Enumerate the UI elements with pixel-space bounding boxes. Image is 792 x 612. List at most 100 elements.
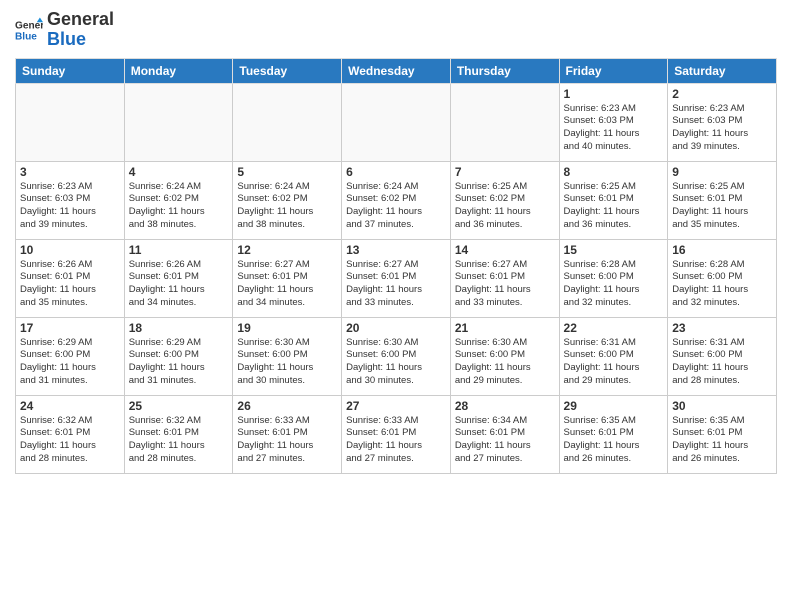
- day-cell-1: 1 Sunrise: 6:23 AMSunset: 6:03 PMDaylight…: [559, 83, 668, 161]
- day-number: 13: [346, 243, 446, 257]
- day-info: Sunrise: 6:25 AMSunset: 6:01 PMDaylight:…: [672, 181, 772, 232]
- day-cell-7: 7 Sunrise: 6:25 AMSunset: 6:02 PMDaylight…: [450, 161, 559, 239]
- day-cell-5: 5 Sunrise: 6:24 AMSunset: 6:02 PMDaylight…: [233, 161, 342, 239]
- col-header-saturday: Saturday: [668, 58, 777, 83]
- day-info: Sunrise: 6:27 AMSunset: 6:01 PMDaylight:…: [346, 259, 446, 310]
- logo-text: General Blue: [47, 10, 114, 50]
- day-cell-23: 23Sunrise: 6:31 AMSunset: 6:00 PMDayligh…: [668, 317, 777, 395]
- header: General Blue General Blue: [15, 10, 777, 50]
- day-cell-3: 3 Sunrise: 6:23 AMSunset: 6:03 PMDaylight…: [16, 161, 125, 239]
- day-info: Sunrise: 6:26 AMSunset: 6:01 PMDaylight:…: [129, 259, 229, 310]
- day-number: 14: [455, 243, 555, 257]
- day-cell-13: 13 Sunrise: 6:27 AMSunset: 6:01 PMDayligh…: [342, 239, 451, 317]
- day-cell-20: 20Sunrise: 6:30 AMSunset: 6:00 PMDayligh…: [342, 317, 451, 395]
- day-number: 30: [672, 399, 772, 413]
- week-row-5: 24 Sunrise: 6:32 AMSunset: 6:01 PMDayligh…: [16, 395, 777, 473]
- day-number: 19: [237, 321, 337, 335]
- day-cell-8: 8 Sunrise: 6:25 AMSunset: 6:01 PMDaylight…: [559, 161, 668, 239]
- empty-cell: [16, 83, 125, 161]
- day-info: Sunrise: 6:33 AMSunset: 6:01 PMDaylight:…: [346, 415, 446, 466]
- col-header-tuesday: Tuesday: [233, 58, 342, 83]
- empty-cell: [342, 83, 451, 161]
- day-cell-25: 25Sunrise: 6:32 AMSunset: 6:01 PMDayligh…: [124, 395, 233, 473]
- day-number: 12: [237, 243, 337, 257]
- page: General Blue General Blue SundayMondayTu…: [0, 0, 792, 612]
- day-info: Sunrise: 6:35 AMSunset: 6:01 PMDaylight:…: [564, 415, 664, 466]
- day-info: Sunrise: 6:34 AMSunset: 6:01 PMDaylight:…: [455, 415, 555, 466]
- week-row-1: 1 Sunrise: 6:23 AMSunset: 6:03 PMDaylight…: [16, 83, 777, 161]
- day-cell-10: 10Sunrise: 6:26 AMSunset: 6:01 PMDayligh…: [16, 239, 125, 317]
- day-cell-22: 22 Sunrise: 6:31 AMSunset: 6:00 PMDayligh…: [559, 317, 668, 395]
- day-cell-24: 24 Sunrise: 6:32 AMSunset: 6:01 PMDayligh…: [16, 395, 125, 473]
- day-cell-29: 29 Sunrise: 6:35 AMSunset: 6:01 PMDayligh…: [559, 395, 668, 473]
- day-number: 22: [564, 321, 664, 335]
- day-info: Sunrise: 6:27 AMSunset: 6:01 PMDaylight:…: [455, 259, 555, 310]
- col-header-thursday: Thursday: [450, 58, 559, 83]
- day-number: 29: [564, 399, 664, 413]
- day-cell-11: 11 Sunrise: 6:26 AMSunset: 6:01 PMDayligh…: [124, 239, 233, 317]
- day-number: 17: [20, 321, 120, 335]
- day-number: 5: [237, 165, 337, 179]
- day-info: Sunrise: 6:24 AMSunset: 6:02 PMDaylight:…: [237, 181, 337, 232]
- day-cell-27: 27 Sunrise: 6:33 AMSunset: 6:01 PMDayligh…: [342, 395, 451, 473]
- logo-icon: General Blue: [15, 16, 43, 44]
- day-info: Sunrise: 6:32 AMSunset: 6:01 PMDaylight:…: [20, 415, 120, 466]
- day-info: Sunrise: 6:29 AMSunset: 6:00 PMDaylight:…: [20, 337, 120, 388]
- day-number: 18: [129, 321, 229, 335]
- day-cell-14: 14 Sunrise: 6:27 AMSunset: 6:01 PMDayligh…: [450, 239, 559, 317]
- empty-cell: [233, 83, 342, 161]
- day-info: Sunrise: 6:25 AMSunset: 6:01 PMDaylight:…: [564, 181, 664, 232]
- svg-text:Blue: Blue: [15, 31, 37, 42]
- day-number: 6: [346, 165, 446, 179]
- day-number: 1: [564, 87, 664, 101]
- day-info: Sunrise: 6:23 AMSunset: 6:03 PMDaylight:…: [672, 103, 772, 154]
- day-number: 16: [672, 243, 772, 257]
- day-info: Sunrise: 6:35 AMSunset: 6:01 PMDaylight:…: [672, 415, 772, 466]
- week-row-3: 10Sunrise: 6:26 AMSunset: 6:01 PMDayligh…: [16, 239, 777, 317]
- day-number: 8: [564, 165, 664, 179]
- day-number: 27: [346, 399, 446, 413]
- day-cell-2: 2Sunrise: 6:23 AMSunset: 6:03 PMDaylight…: [668, 83, 777, 161]
- day-number: 4: [129, 165, 229, 179]
- day-info: Sunrise: 6:24 AMSunset: 6:02 PMDaylight:…: [129, 181, 229, 232]
- day-info: Sunrise: 6:27 AMSunset: 6:01 PMDaylight:…: [237, 259, 337, 310]
- day-number: 24: [20, 399, 120, 413]
- day-info: Sunrise: 6:30 AMSunset: 6:00 PMDaylight:…: [455, 337, 555, 388]
- day-number: 25: [129, 399, 229, 413]
- calendar-header-row: SundayMondayTuesdayWednesdayThursdayFrid…: [16, 58, 777, 83]
- calendar-table: SundayMondayTuesdayWednesdayThursdayFrid…: [15, 58, 777, 474]
- day-info: Sunrise: 6:30 AMSunset: 6:00 PMDaylight:…: [237, 337, 337, 388]
- day-number: 9: [672, 165, 772, 179]
- col-header-monday: Monday: [124, 58, 233, 83]
- day-cell-28: 28 Sunrise: 6:34 AMSunset: 6:01 PMDayligh…: [450, 395, 559, 473]
- day-cell-6: 6Sunrise: 6:24 AMSunset: 6:02 PMDaylight…: [342, 161, 451, 239]
- day-cell-16: 16 Sunrise: 6:28 AMSunset: 6:00 PMDayligh…: [668, 239, 777, 317]
- day-cell-12: 12 Sunrise: 6:27 AMSunset: 6:01 PMDayligh…: [233, 239, 342, 317]
- day-info: Sunrise: 6:33 AMSunset: 6:01 PMDaylight:…: [237, 415, 337, 466]
- day-cell-26: 26 Sunrise: 6:33 AMSunset: 6:01 PMDayligh…: [233, 395, 342, 473]
- day-cell-30: 30 Sunrise: 6:35 AMSunset: 6:01 PMDayligh…: [668, 395, 777, 473]
- day-number: 15: [564, 243, 664, 257]
- day-cell-19: 19 Sunrise: 6:30 AMSunset: 6:00 PMDayligh…: [233, 317, 342, 395]
- day-info: Sunrise: 6:31 AMSunset: 6:00 PMDaylight:…: [672, 337, 772, 388]
- day-number: 26: [237, 399, 337, 413]
- col-header-sunday: Sunday: [16, 58, 125, 83]
- day-number: 7: [455, 165, 555, 179]
- day-cell-21: 21 Sunrise: 6:30 AMSunset: 6:00 PMDayligh…: [450, 317, 559, 395]
- empty-cell: [124, 83, 233, 161]
- day-info: Sunrise: 6:31 AMSunset: 6:00 PMDaylight:…: [564, 337, 664, 388]
- day-number: 11: [129, 243, 229, 257]
- day-cell-15: 15Sunrise: 6:28 AMSunset: 6:00 PMDayligh…: [559, 239, 668, 317]
- day-cell-17: 17 Sunrise: 6:29 AMSunset: 6:00 PMDayligh…: [16, 317, 125, 395]
- col-header-friday: Friday: [559, 58, 668, 83]
- day-number: 3: [20, 165, 120, 179]
- day-info: Sunrise: 6:29 AMSunset: 6:00 PMDaylight:…: [129, 337, 229, 388]
- day-info: Sunrise: 6:25 AMSunset: 6:02 PMDaylight:…: [455, 181, 555, 232]
- day-number: 21: [455, 321, 555, 335]
- day-number: 28: [455, 399, 555, 413]
- day-info: Sunrise: 6:23 AMSunset: 6:03 PMDaylight:…: [20, 181, 120, 232]
- day-info: Sunrise: 6:28 AMSunset: 6:00 PMDaylight:…: [672, 259, 772, 310]
- empty-cell: [450, 83, 559, 161]
- day-info: Sunrise: 6:23 AMSunset: 6:03 PMDaylight:…: [564, 103, 664, 154]
- col-header-wednesday: Wednesday: [342, 58, 451, 83]
